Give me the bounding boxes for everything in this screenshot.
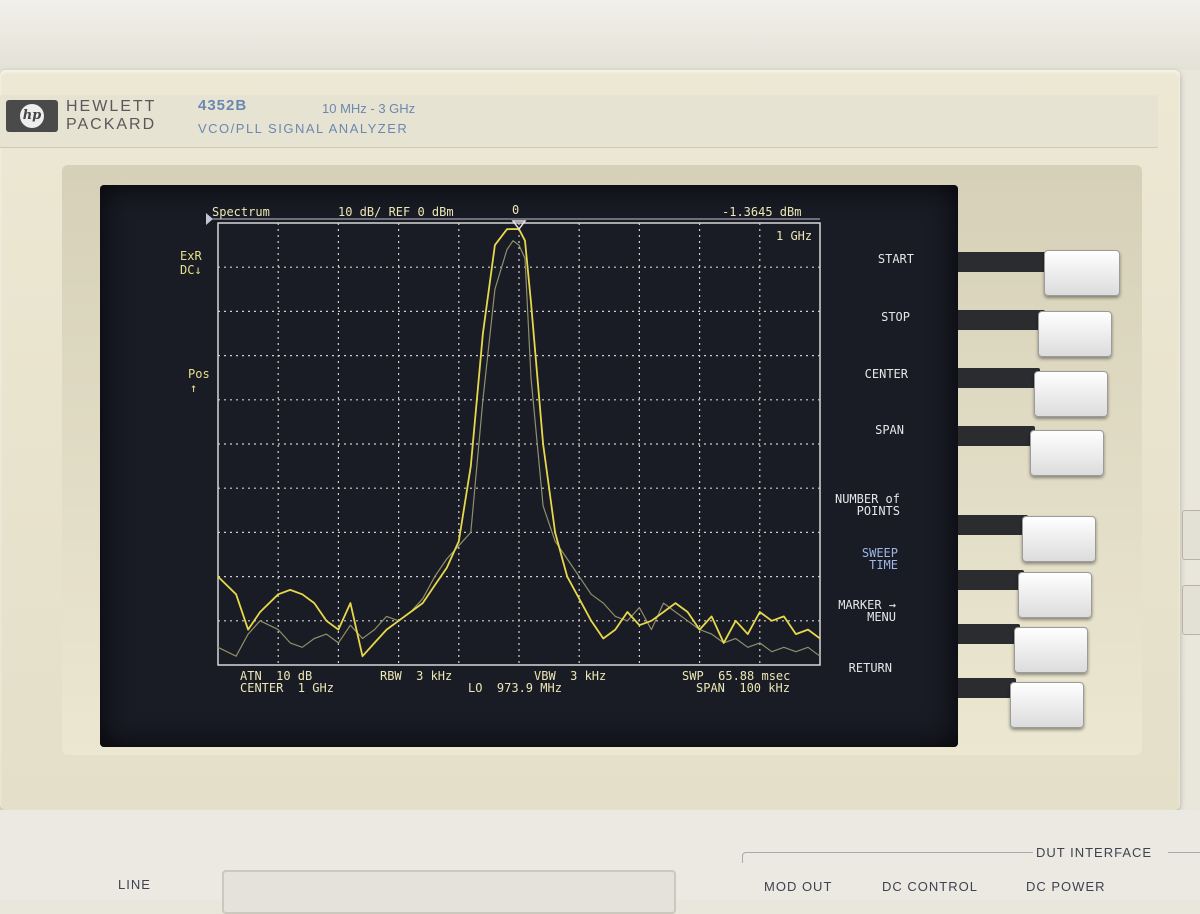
softkey-return-button[interactable] bbox=[1010, 682, 1084, 728]
pos-annotation: Pos bbox=[188, 367, 210, 381]
marker-id: 0 bbox=[512, 203, 520, 217]
span-readout: SPAN 100 kHz bbox=[696, 681, 790, 695]
softkey-start-button[interactable] bbox=[1044, 250, 1120, 296]
softkey-label-marker-menu: MARKER → MENU bbox=[838, 598, 896, 624]
spectrum-plot bbox=[206, 213, 821, 666]
dc-control-label: DC CONTROL bbox=[882, 879, 978, 894]
crt-screen: Spectrum 10 dB/ REF 0 dBm 0 -1.3645 dBm … bbox=[100, 185, 958, 747]
marker-frequency: 1 GHz bbox=[776, 229, 813, 243]
dut-interface-bracket bbox=[742, 852, 1033, 863]
softkey-span-button[interactable] bbox=[1030, 430, 1104, 476]
scale-label: 10 dB/ REF 0 dBm bbox=[338, 205, 454, 219]
marker-value: -1.3645 dBm bbox=[722, 205, 802, 219]
brand-line-2: PACKARD bbox=[66, 116, 157, 133]
rbw-readout: RBW 3 kHz bbox=[380, 669, 453, 683]
line-label: LINE bbox=[118, 877, 151, 892]
dut-interface-bracket-right bbox=[1168, 852, 1200, 853]
softkey-sweep-time-button[interactable] bbox=[1018, 572, 1092, 618]
softkey-label-start: START bbox=[877, 252, 914, 266]
frequency-range: 10 MHz - 3 GHz bbox=[322, 101, 416, 116]
spectrum-trace-memory bbox=[217, 240, 821, 657]
side-connector bbox=[1182, 585, 1200, 635]
exr-annotation: ExR bbox=[180, 249, 202, 263]
dc-power-label: DC POWER bbox=[1026, 879, 1106, 894]
instrument-top-bezel bbox=[0, 0, 1200, 70]
brand-name: HEWLETT PACKARD bbox=[66, 98, 156, 134]
disk-drive-slot[interactable] bbox=[222, 870, 676, 914]
side-connector bbox=[1182, 510, 1200, 560]
lo-readout: LO 973.9 MHz bbox=[468, 681, 562, 695]
spectrum-trace bbox=[217, 228, 821, 658]
pos-arrow-icon: ↑ bbox=[190, 381, 198, 395]
center-readout: CENTER 1 GHz bbox=[240, 681, 334, 695]
dc-annotation: DC↓ bbox=[180, 263, 202, 277]
mode-label: Spectrum bbox=[212, 205, 270, 219]
softkey-center-button[interactable] bbox=[1034, 371, 1108, 417]
softkey-marker-menu-button[interactable] bbox=[1014, 627, 1088, 673]
softkey-label-span: SPAN bbox=[875, 423, 904, 437]
brand-strip bbox=[0, 95, 1158, 148]
mod-out-label: MOD OUT bbox=[764, 879, 833, 894]
vbw-readout: VBW 3 kHz bbox=[534, 669, 607, 683]
softkey-number-of-points-button[interactable] bbox=[1022, 516, 1096, 562]
hp-logo-text: hp bbox=[20, 104, 44, 128]
softkey-label-number-of-points: NUMBER of POINTS bbox=[834, 492, 900, 518]
softkey-label-stop: STOP bbox=[881, 310, 910, 324]
softkey-label-sweep-time: SWEEP TIME bbox=[861, 546, 898, 572]
hp-logo-icon: hp bbox=[6, 100, 58, 132]
model-number: 4352B bbox=[198, 97, 248, 114]
marker-triangle-icon bbox=[511, 220, 527, 231]
brand-line-1: HEWLETT bbox=[66, 98, 157, 115]
softkey-label-center: CENTER bbox=[864, 367, 908, 381]
softkey-label-return: RETURN bbox=[848, 661, 892, 675]
instrument-description: VCO/PLL SIGNAL ANALYZER bbox=[198, 121, 409, 136]
softkey-stop-button[interactable] bbox=[1038, 311, 1112, 357]
dut-interface-label: DUT INTERFACE bbox=[1036, 845, 1153, 860]
